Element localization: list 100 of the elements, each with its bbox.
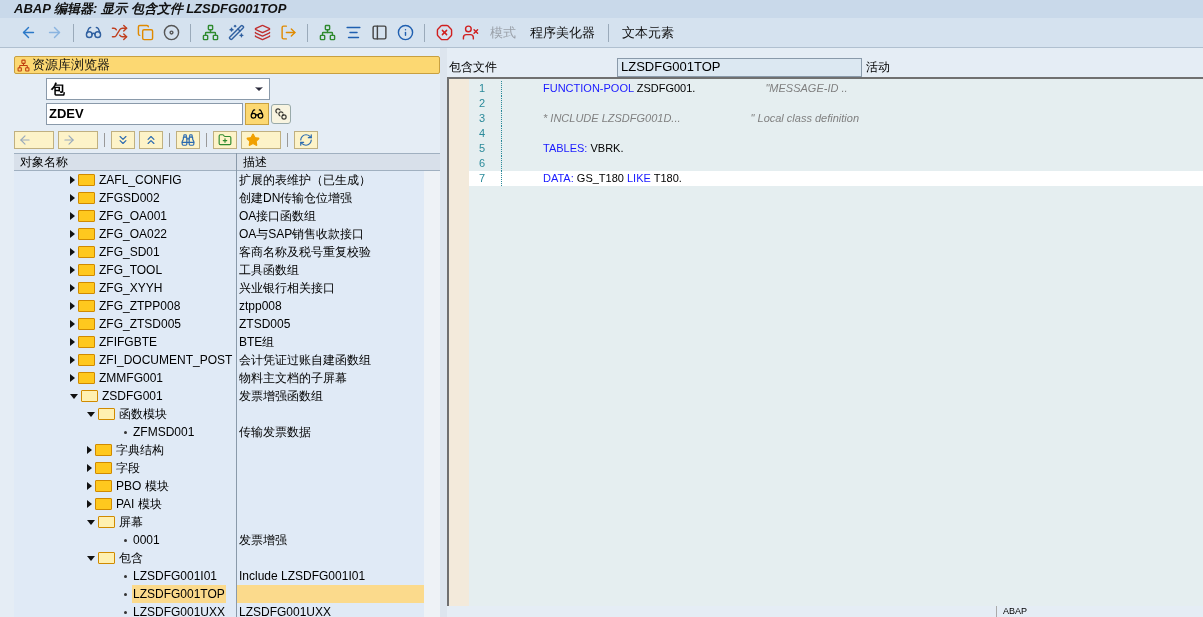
tree-item[interactable]: 屏幕 bbox=[118, 513, 144, 531]
tree-item[interactable]: ZFG_OA022 bbox=[98, 225, 169, 243]
status-bar-language: ABAP bbox=[996, 606, 1033, 617]
line-number: 2 bbox=[477, 96, 486, 112]
folder-icon bbox=[98, 516, 115, 528]
folder-icon bbox=[78, 210, 95, 222]
folder-icon bbox=[78, 372, 95, 384]
folder-icon bbox=[78, 336, 95, 348]
folder-plus-icon bbox=[218, 133, 232, 147]
hierarchy-icon[interactable] bbox=[200, 22, 220, 43]
tree-item[interactable]: PAI 模块 bbox=[115, 495, 163, 513]
tree-item[interactable]: ZFG_XYYH bbox=[98, 279, 164, 297]
description-text: OA与SAP销售收款接口 bbox=[239, 226, 365, 243]
folder-icon bbox=[78, 192, 95, 204]
description-text: 扩展的表维护（已生成） bbox=[239, 172, 371, 189]
binoculars-button[interactable] bbox=[176, 131, 200, 149]
description-text: 兴业银行相关接口 bbox=[239, 280, 335, 297]
description-text: Include LZSDFG001I01 bbox=[239, 568, 366, 585]
description-text: 传输发票数据 bbox=[239, 424, 311, 441]
description-text: ZTSD005 bbox=[239, 316, 291, 333]
line-number: 5 bbox=[477, 141, 486, 157]
panel-icon[interactable] bbox=[369, 22, 389, 43]
double-chevron-up-icon bbox=[144, 133, 158, 147]
tree-item[interactable]: ZFG_SD01 bbox=[98, 243, 161, 261]
refresh-button[interactable] bbox=[294, 131, 318, 149]
stop-icon[interactable] bbox=[434, 22, 454, 43]
binoculars-icon bbox=[181, 133, 195, 147]
toolbar-button[interactable]: 程序美化器 bbox=[526, 22, 599, 43]
tree-item[interactable]: ZFG_TOOL bbox=[98, 261, 164, 279]
swap-icon[interactable] bbox=[109, 22, 129, 43]
panel-title: 资源库浏览器 bbox=[32, 56, 110, 75]
tree-item[interactable]: 包含 bbox=[118, 549, 144, 567]
object-name-field[interactable]: ZDEV bbox=[46, 103, 243, 125]
collapse-all-button[interactable] bbox=[139, 131, 163, 149]
bullet-icon bbox=[124, 592, 127, 596]
glasses-button[interactable] bbox=[245, 103, 269, 125]
refresh-icon bbox=[299, 133, 313, 147]
line-number: 3 bbox=[477, 111, 486, 127]
description-text: 发票增强函数组 bbox=[239, 388, 323, 405]
double-chevron-down-icon bbox=[116, 133, 130, 147]
hierarchy-icon bbox=[17, 58, 30, 72]
toolbar-button[interactable]: 文本元素 bbox=[618, 22, 678, 43]
description-text: 工具函数组 bbox=[239, 262, 299, 279]
status-text: 活动 bbox=[865, 59, 890, 76]
code-line: * INCLUDE LZSDFG001D... " Local class definition bbox=[543, 111, 859, 127]
tree-item[interactable]: ZSDFG001 bbox=[101, 387, 164, 405]
line-number: 1 bbox=[477, 81, 486, 97]
folder-icon bbox=[98, 552, 115, 564]
tree-item[interactable]: 字段 bbox=[115, 459, 141, 477]
code-editor[interactable]: 1 FUNCTION-POOL ZSDFG001. "MESSAGE-ID .. 2 3 * INCLUDE LZSDFG001D... " Local class definition 4 5 TABLES: VBRK. 6 7 DATA: GS_T180 LIKE T180. bbox=[447, 77, 1203, 606]
tree-item[interactable]: 字典结构 bbox=[115, 441, 165, 459]
bullet-icon bbox=[124, 538, 127, 542]
tree-item[interactable]: ZFG_ZTSD005 bbox=[98, 315, 183, 333]
bullet-icon bbox=[124, 430, 127, 434]
folder-icon bbox=[78, 318, 95, 330]
code-line: FUNCTION-POOL ZSDFG001. "MESSAGE-ID .. bbox=[543, 81, 848, 97]
tree-item[interactable]: ZFIFGBTE bbox=[98, 333, 158, 351]
tree-item[interactable]: ZFG_ZTPP008 bbox=[98, 297, 182, 315]
description-text: ztpp008 bbox=[239, 298, 282, 315]
tree-item[interactable]: ZAFL_CONFIG bbox=[98, 171, 183, 189]
tree-item[interactable]: ZFI_DOCUMENT_POST bbox=[98, 351, 234, 369]
tree-item[interactable]: LZSDFG001I01 bbox=[132, 567, 219, 585]
window-title: ABAP 编辑器: 显示 包含文件 LZSDFG001TOP bbox=[14, 0, 287, 19]
tree-item[interactable]: LZSDFG001TOP bbox=[132, 585, 226, 603]
description-text: 物料主文档的子屏幕 bbox=[239, 370, 347, 387]
folder-icon bbox=[78, 264, 95, 276]
column-header: 对象名称 bbox=[19, 154, 69, 171]
line-number: 7 bbox=[477, 171, 486, 187]
tree-item[interactable]: ZFGSD002 bbox=[98, 189, 161, 207]
object-type-dropdown[interactable]: 包 bbox=[46, 78, 270, 100]
include-label: 包含文件 bbox=[448, 59, 498, 76]
glasses-icon bbox=[250, 107, 264, 121]
line-number: 6 bbox=[477, 156, 486, 172]
description-text: OA接口函数组 bbox=[239, 208, 317, 225]
folder-icon bbox=[98, 408, 115, 420]
stop-user-icon[interactable] bbox=[460, 22, 480, 43]
info-icon[interactable] bbox=[395, 22, 415, 43]
bullet-icon bbox=[124, 610, 127, 614]
folder-icon bbox=[78, 174, 95, 186]
description-text: 会计凭证过账自建函数组 bbox=[239, 352, 371, 369]
tree-icon[interactable] bbox=[317, 22, 337, 43]
scrollbar[interactable] bbox=[424, 171, 440, 617]
tree-item[interactable]: ZFG_OA001 bbox=[98, 207, 169, 225]
tree-item[interactable]: ZMMFG001 bbox=[98, 369, 164, 387]
line-number: 4 bbox=[477, 126, 486, 142]
description-text: 创建DN传输仓位增强 bbox=[239, 190, 353, 207]
tree-item[interactable]: 函数模块 bbox=[118, 405, 168, 423]
stack-icon[interactable] bbox=[252, 22, 272, 43]
expand-all-button[interactable] bbox=[111, 131, 135, 149]
folder-icon bbox=[95, 480, 112, 492]
wand-icon[interactable] bbox=[226, 22, 246, 43]
include-name-field: LZSDFG001TOP bbox=[617, 57, 862, 77]
folder-icon bbox=[78, 300, 95, 312]
tree-item[interactable]: 0001 bbox=[132, 531, 161, 549]
folder-icon bbox=[78, 228, 95, 240]
tree-item[interactable]: LZSDFG001UXX bbox=[132, 603, 227, 617]
code-line: DATA: GS_T180 LIKE T180. bbox=[543, 171, 682, 187]
tree-item[interactable]: ZFMSD001 bbox=[132, 423, 196, 441]
code-line: TABLES: VBRK. bbox=[543, 141, 624, 157]
tree-item[interactable]: PBO 模块 bbox=[115, 477, 170, 495]
